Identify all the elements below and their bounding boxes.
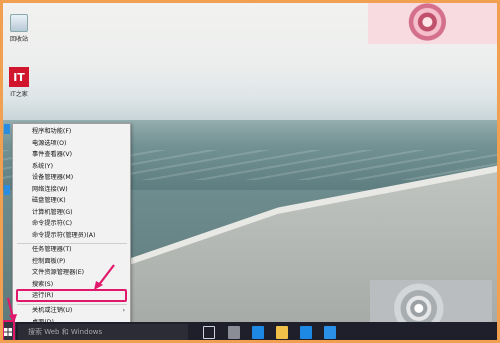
recycle-bin-label: 回收站	[9, 36, 28, 43]
desktop-icon-partial[interactable]	[4, 124, 10, 134]
search-input[interactable]: 搜索 Web 和 Windows	[18, 324, 188, 341]
taskbar-app-icon[interactable]	[228, 326, 240, 339]
menu-item-command-prompt-admin[interactable]: 命令提示符(管理员)(A)	[13, 230, 130, 242]
submenu-arrow-icon: ›	[122, 307, 125, 314]
store-icon[interactable]	[300, 326, 312, 339]
menu-item-task-manager[interactable]: 任务管理器(T)	[13, 244, 130, 256]
menu-item-shutdown-signout[interactable]: 关机或注销(U) ›	[13, 305, 130, 317]
menu-item-system[interactable]: 系统(Y)	[13, 161, 130, 173]
menu-item-device-manager[interactable]: 设备管理器(M)	[13, 172, 130, 184]
menu-item-network-connections[interactable]: 网络连接(W)	[13, 184, 130, 196]
taskbar: 搜索 Web 和 Windows	[0, 322, 500, 343]
thumbnail-decoration-top	[368, 0, 500, 44]
menu-item-command-prompt[interactable]: 命令提示符(C)	[13, 218, 130, 230]
recycle-bin-shortcut[interactable]: 回收站	[2, 14, 36, 43]
menu-item-file-explorer[interactable]: 文件资源管理器(E)	[13, 267, 130, 279]
menu-item-control-panel[interactable]: 控制面板(P)	[13, 256, 130, 268]
menu-item-disk-management[interactable]: 磁盘管理(K)	[13, 195, 130, 207]
menu-item-power-options[interactable]: 电源选项(O)	[13, 138, 130, 150]
it-logo-icon: IT	[9, 67, 29, 87]
desktop-icon-partial[interactable]	[4, 185, 10, 195]
start-button-highlight	[2, 320, 15, 342]
recycle-bin-icon	[10, 14, 28, 32]
it-shortcut-label: IT之家	[10, 91, 28, 98]
it-shortcut[interactable]: IT IT之家	[2, 67, 36, 98]
run-highlight-box	[16, 289, 127, 302]
menu-item-shutdown-label: 关机或注销(U)	[32, 307, 73, 314]
task-view-icon[interactable]	[203, 326, 215, 339]
edge-browser-icon[interactable]	[252, 326, 264, 339]
file-explorer-icon[interactable]	[276, 326, 288, 339]
taskbar-app-icon[interactable]	[324, 326, 336, 339]
menu-item-programs-features[interactable]: 程序和功能(F)	[13, 126, 130, 138]
menu-item-event-viewer[interactable]: 事件查看器(V)	[13, 149, 130, 161]
menu-item-computer-management[interactable]: 计算机管理(G)	[13, 207, 130, 219]
